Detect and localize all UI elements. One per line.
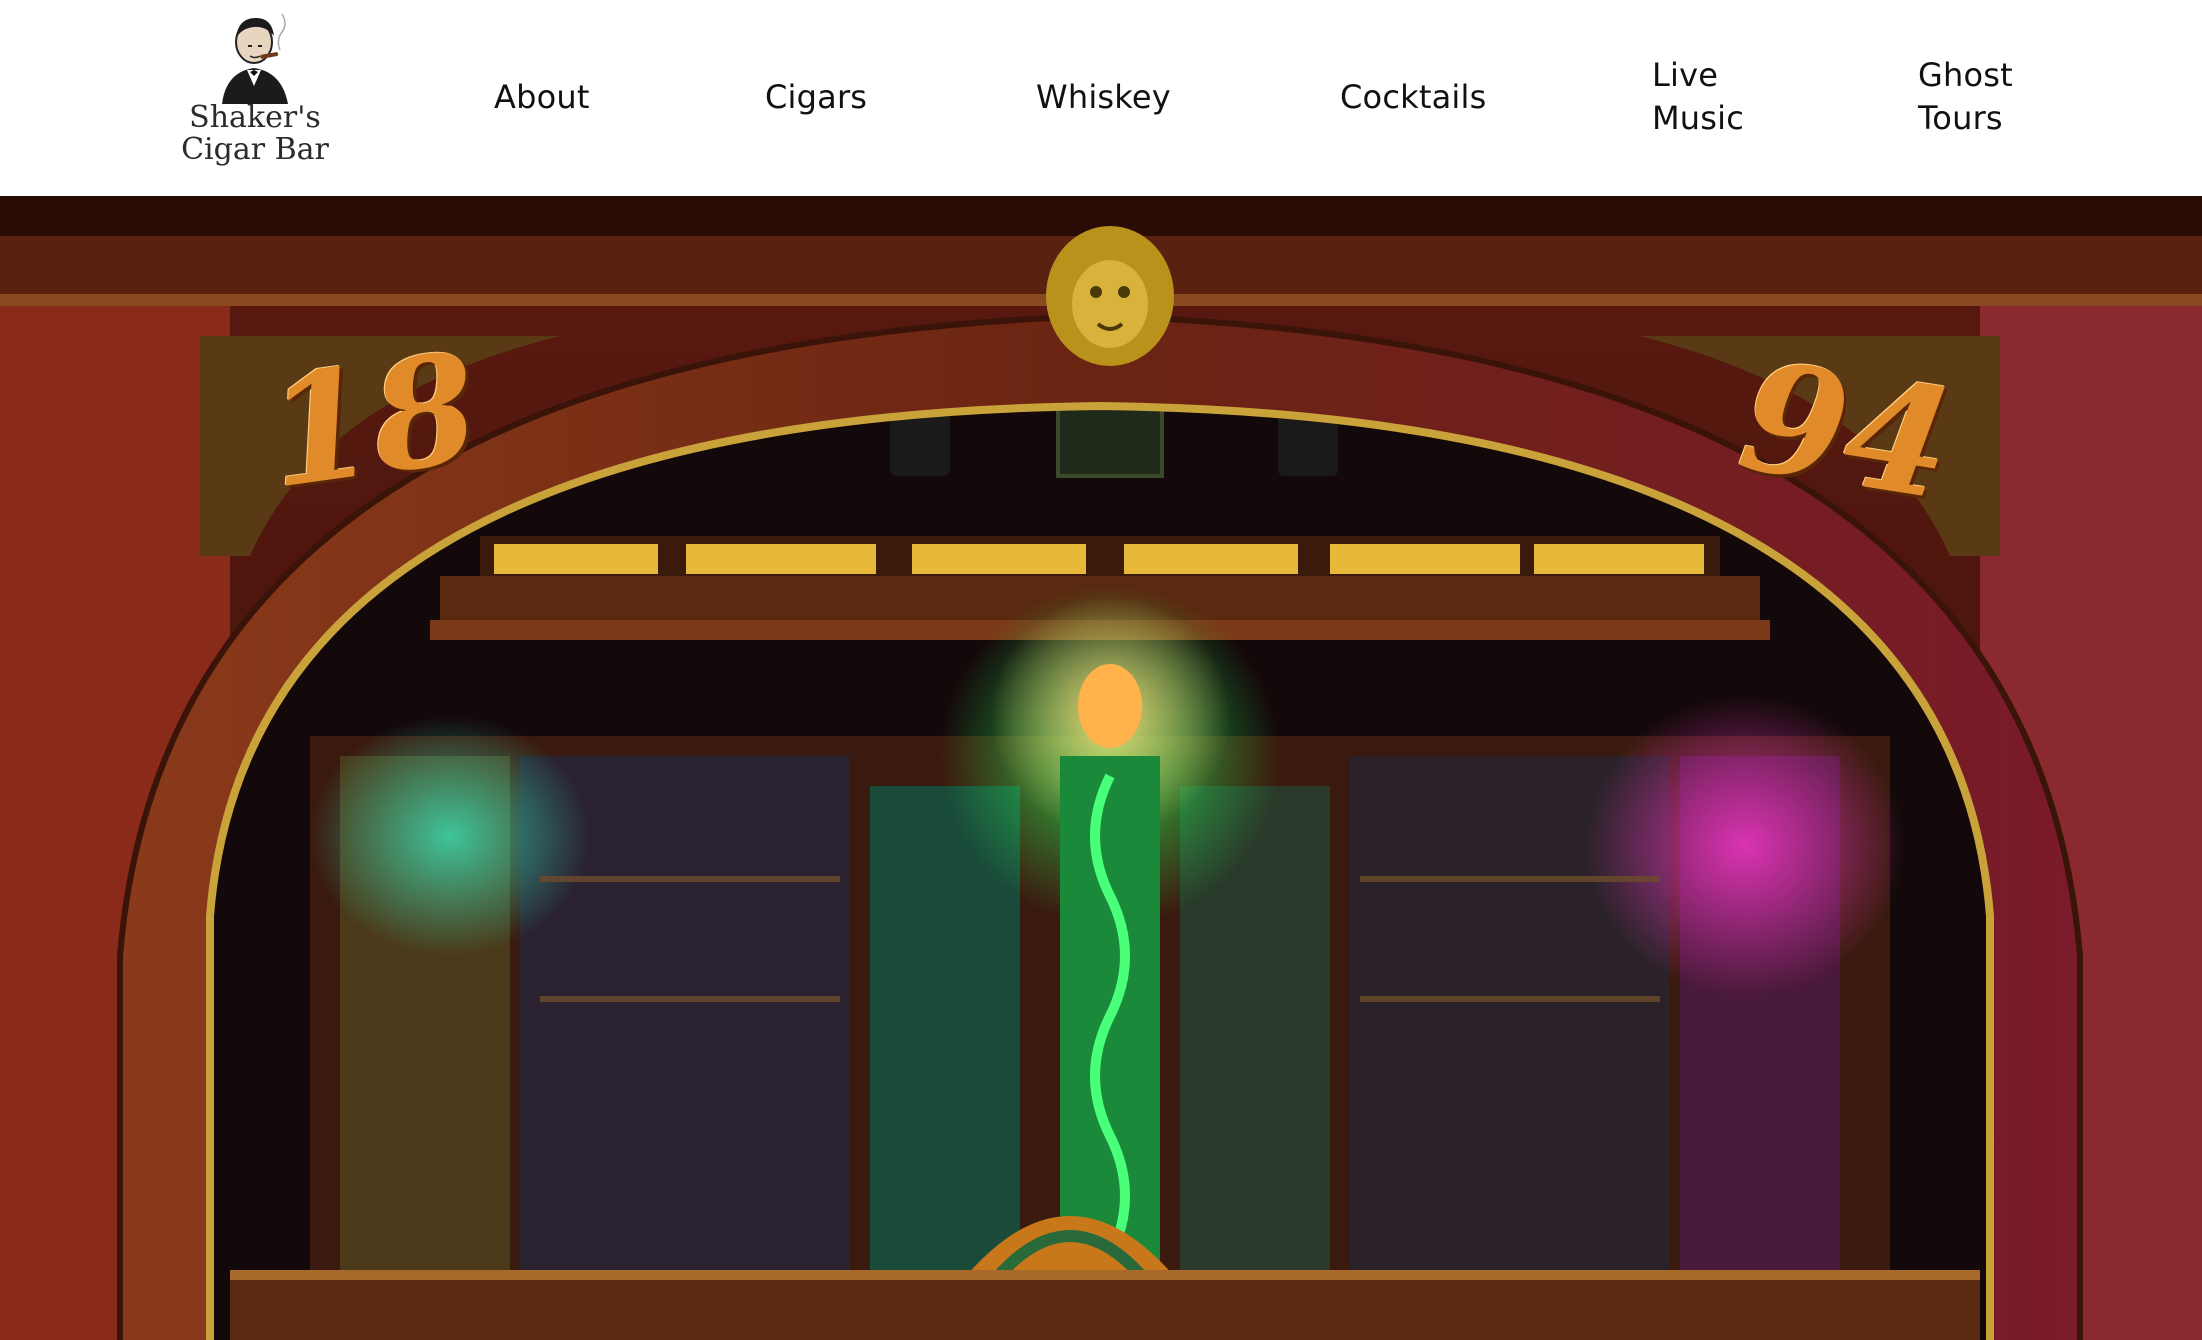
nav-live-music-line-1: Live — [1652, 56, 1719, 94]
nav-about-label: About — [494, 78, 590, 116]
gentleman-portrait-icon — [222, 13, 288, 104]
nav-ghost-tours-line-2: Tours — [1918, 99, 2003, 137]
nav-live-music-line-2: Music — [1652, 99, 1745, 137]
nav-ghost-tours[interactable]: Ghost Tours — [1918, 54, 2013, 140]
nav-cocktails[interactable]: Cocktails — [1340, 76, 1486, 119]
nav-whiskey[interactable]: Whiskey — [1036, 76, 1171, 119]
arch-numeral-left: 18 — [256, 319, 488, 523]
arch-numeral-right: 94 — [1729, 327, 1964, 535]
nav-whiskey-label: Whiskey — [1036, 78, 1171, 116]
lion-head-ornament — [1046, 226, 1174, 366]
logo-link[interactable]: Shaker's Cigar Bar — [172, 12, 338, 180]
logo-line-2: Cigar Bar — [181, 132, 329, 167]
hero-bar-photo: 18 94 — [0, 196, 2202, 1340]
nav-cocktails-label: Cocktails — [1340, 78, 1487, 116]
nav-live-music[interactable]: Live Music — [1652, 54, 1744, 140]
logo-wordmark: Shaker's Cigar Bar — [172, 102, 338, 166]
site-header: Shaker's Cigar Bar About Cigars Whiskey … — [0, 0, 2202, 196]
logo-line-1: Shaker's — [189, 100, 321, 135]
nav-cigars-label: Cigars — [765, 78, 868, 116]
nav-cigars[interactable]: Cigars — [765, 76, 867, 119]
nav-about[interactable]: About — [494, 76, 590, 119]
nav-ghost-tours-line-1: Ghost — [1918, 56, 2013, 94]
